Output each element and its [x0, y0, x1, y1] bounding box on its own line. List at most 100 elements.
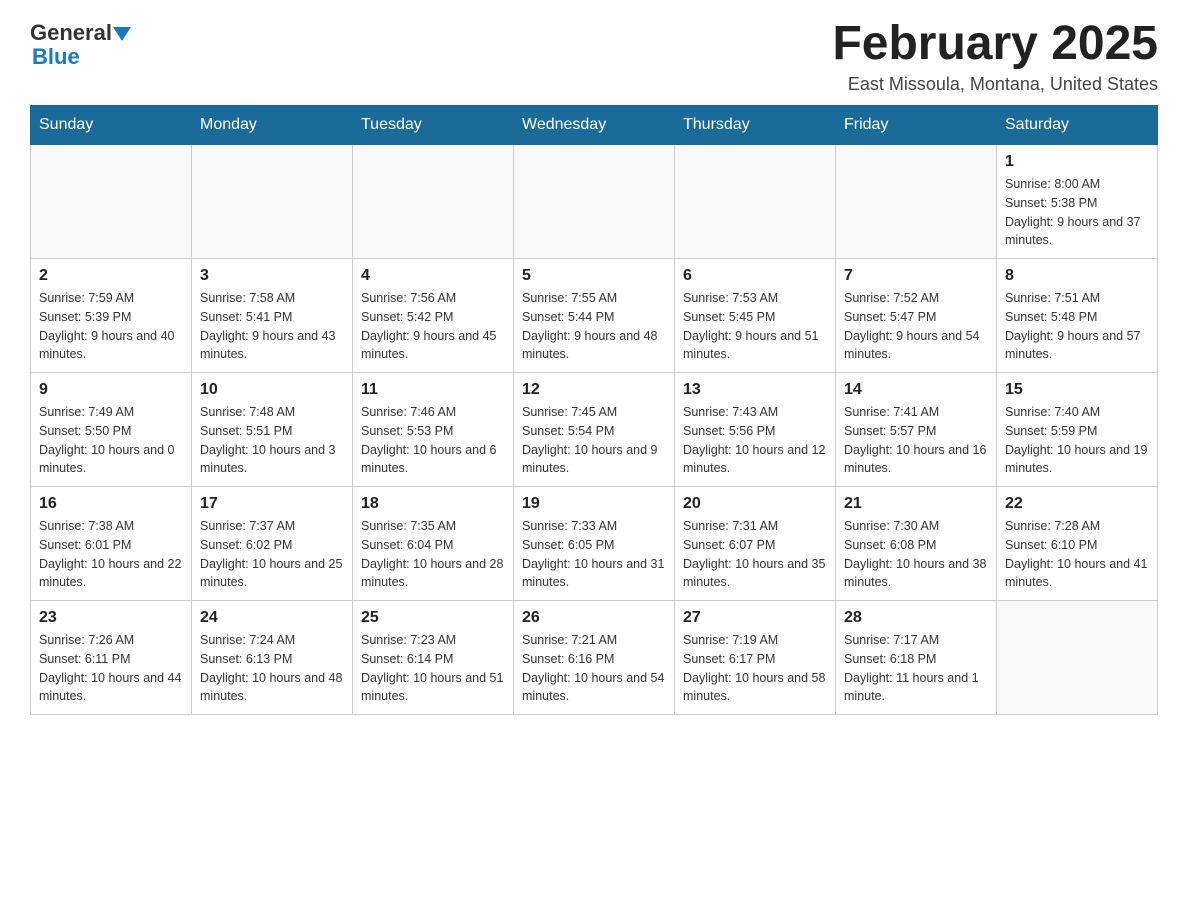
day-info: Sunrise: 7:53 AMSunset: 5:45 PMDaylight:…	[683, 289, 827, 364]
day-number: 2	[39, 267, 183, 285]
day-info: Sunrise: 7:46 AMSunset: 5:53 PMDaylight:…	[361, 403, 505, 478]
header-thursday: Thursday	[675, 106, 836, 145]
month-title: February 2025	[832, 20, 1158, 68]
day-number: 15	[1005, 381, 1149, 399]
day-info: Sunrise: 7:38 AMSunset: 6:01 PMDaylight:…	[39, 517, 183, 592]
calendar-cell: 3 Sunrise: 7:58 AMSunset: 5:41 PMDaylight…	[192, 259, 353, 373]
day-info: Sunrise: 7:19 AMSunset: 6:17 PMDaylight:…	[683, 631, 827, 706]
logo-blue-text: Blue	[30, 44, 80, 70]
calendar-cell: 23 Sunrise: 7:26 AMSunset: 6:11 PMDayligh…	[31, 601, 192, 715]
header-monday: Monday	[192, 106, 353, 145]
calendar-cell: 8 Sunrise: 7:51 AMSunset: 5:48 PMDaylight…	[997, 259, 1158, 373]
calendar-cell: 9Sunrise: 7:49 AMSunset: 5:50 PMDaylight…	[31, 373, 192, 487]
day-number: 28	[844, 609, 988, 627]
week-row-5: 23 Sunrise: 7:26 AMSunset: 6:11 PMDayligh…	[31, 601, 1158, 715]
day-info: Sunrise: 7:56 AMSunset: 5:42 PMDaylight:…	[361, 289, 505, 364]
calendar-cell: 27 Sunrise: 7:19 AMSunset: 6:17 PMDayligh…	[675, 601, 836, 715]
calendar-cell: 2Sunrise: 7:59 AMSunset: 5:39 PMDaylight…	[31, 259, 192, 373]
day-info: Sunrise: 7:58 AMSunset: 5:41 PMDaylight:…	[200, 289, 344, 364]
day-number: 17	[200, 495, 344, 513]
calendar-cell: 7 Sunrise: 7:52 AMSunset: 5:47 PMDaylight…	[836, 259, 997, 373]
day-number: 5	[522, 267, 666, 285]
calendar-cell: 26 Sunrise: 7:21 AMSunset: 6:16 PMDayligh…	[514, 601, 675, 715]
day-number: 14	[844, 381, 988, 399]
day-number: 10	[200, 381, 344, 399]
week-row-3: 9Sunrise: 7:49 AMSunset: 5:50 PMDaylight…	[31, 373, 1158, 487]
calendar-cell: 1 Sunrise: 8:00 AMSunset: 5:38 PMDaylight…	[997, 145, 1158, 259]
day-info: Sunrise: 7:30 AMSunset: 6:08 PMDaylight:…	[844, 517, 988, 592]
day-number: 23	[39, 609, 183, 627]
day-number: 8	[1005, 267, 1149, 285]
day-number: 13	[683, 381, 827, 399]
calendar-cell: 4 Sunrise: 7:56 AMSunset: 5:42 PMDaylight…	[353, 259, 514, 373]
calendar-table: SundayMondayTuesdayWednesdayThursdayFrid…	[30, 105, 1158, 715]
day-number: 1	[1005, 153, 1149, 171]
logo-triangle-icon	[113, 27, 131, 41]
calendar-cell: 25 Sunrise: 7:23 AMSunset: 6:14 PMDayligh…	[353, 601, 514, 715]
day-info: Sunrise: 7:21 AMSunset: 6:16 PMDaylight:…	[522, 631, 666, 706]
day-number: 24	[200, 609, 344, 627]
calendar-cell	[836, 145, 997, 259]
day-info: Sunrise: 7:43 AMSunset: 5:56 PMDaylight:…	[683, 403, 827, 478]
calendar-cell: 20 Sunrise: 7:31 AMSunset: 6:07 PMDayligh…	[675, 487, 836, 601]
day-info: Sunrise: 7:49 AMSunset: 5:50 PMDaylight:…	[39, 403, 183, 478]
calendar-cell	[192, 145, 353, 259]
day-info: Sunrise: 7:51 AMSunset: 5:48 PMDaylight:…	[1005, 289, 1149, 364]
calendar-cell: 24Sunrise: 7:24 AMSunset: 6:13 PMDayligh…	[192, 601, 353, 715]
day-number: 25	[361, 609, 505, 627]
logo-general-text: General	[30, 20, 112, 46]
calendar-cell: 18Sunrise: 7:35 AMSunset: 6:04 PMDayligh…	[353, 487, 514, 601]
day-number: 21	[844, 495, 988, 513]
day-info: Sunrise: 7:17 AMSunset: 6:18 PMDaylight:…	[844, 631, 988, 706]
day-info: Sunrise: 7:45 AMSunset: 5:54 PMDaylight:…	[522, 403, 666, 478]
day-number: 16	[39, 495, 183, 513]
day-info: Sunrise: 7:48 AMSunset: 5:51 PMDaylight:…	[200, 403, 344, 478]
calendar-cell: 14 Sunrise: 7:41 AMSunset: 5:57 PMDayligh…	[836, 373, 997, 487]
day-info: Sunrise: 7:40 AMSunset: 5:59 PMDaylight:…	[1005, 403, 1149, 478]
week-row-2: 2Sunrise: 7:59 AMSunset: 5:39 PMDaylight…	[31, 259, 1158, 373]
day-number: 26	[522, 609, 666, 627]
day-number: 27	[683, 609, 827, 627]
page-header: General Blue February 2025 East Missoula…	[30, 20, 1158, 95]
calendar-header: SundayMondayTuesdayWednesdayThursdayFrid…	[31, 106, 1158, 145]
day-number: 6	[683, 267, 827, 285]
header-wednesday: Wednesday	[514, 106, 675, 145]
days-of-week-row: SundayMondayTuesdayWednesdayThursdayFrid…	[31, 106, 1158, 145]
header-tuesday: Tuesday	[353, 106, 514, 145]
day-number: 22	[1005, 495, 1149, 513]
week-row-1: 1 Sunrise: 8:00 AMSunset: 5:38 PMDaylight…	[31, 145, 1158, 259]
day-number: 4	[361, 267, 505, 285]
day-info: Sunrise: 7:52 AMSunset: 5:47 PMDaylight:…	[844, 289, 988, 364]
calendar-cell: 13 Sunrise: 7:43 AMSunset: 5:56 PMDayligh…	[675, 373, 836, 487]
calendar-body: 1 Sunrise: 8:00 AMSunset: 5:38 PMDaylight…	[31, 145, 1158, 715]
day-info: Sunrise: 7:41 AMSunset: 5:57 PMDaylight:…	[844, 403, 988, 478]
day-info: Sunrise: 7:31 AMSunset: 6:07 PMDaylight:…	[683, 517, 827, 592]
week-row-4: 16 Sunrise: 7:38 AMSunset: 6:01 PMDayligh…	[31, 487, 1158, 601]
day-number: 19	[522, 495, 666, 513]
calendar-cell: 10 Sunrise: 7:48 AMSunset: 5:51 PMDayligh…	[192, 373, 353, 487]
day-number: 7	[844, 267, 988, 285]
title-section: February 2025 East Missoula, Montana, Un…	[832, 20, 1158, 95]
day-info: Sunrise: 7:37 AMSunset: 6:02 PMDaylight:…	[200, 517, 344, 592]
calendar-cell	[675, 145, 836, 259]
day-info: Sunrise: 7:33 AMSunset: 6:05 PMDaylight:…	[522, 517, 666, 592]
day-number: 12	[522, 381, 666, 399]
day-info: Sunrise: 7:26 AMSunset: 6:11 PMDaylight:…	[39, 631, 183, 706]
calendar-cell	[997, 601, 1158, 715]
day-info: Sunrise: 7:28 AMSunset: 6:10 PMDaylight:…	[1005, 517, 1149, 592]
calendar-cell: 19 Sunrise: 7:33 AMSunset: 6:05 PMDayligh…	[514, 487, 675, 601]
day-info: Sunrise: 8:00 AMSunset: 5:38 PMDaylight:…	[1005, 175, 1149, 250]
calendar-cell: 28 Sunrise: 7:17 AMSunset: 6:18 PMDayligh…	[836, 601, 997, 715]
day-info: Sunrise: 7:55 AMSunset: 5:44 PMDaylight:…	[522, 289, 666, 364]
logo: General Blue	[30, 20, 131, 70]
day-number: 3	[200, 267, 344, 285]
calendar-cell: 22 Sunrise: 7:28 AMSunset: 6:10 PMDayligh…	[997, 487, 1158, 601]
day-number: 20	[683, 495, 827, 513]
header-saturday: Saturday	[997, 106, 1158, 145]
calendar-cell: 11Sunrise: 7:46 AMSunset: 5:53 PMDayligh…	[353, 373, 514, 487]
location-title: East Missoula, Montana, United States	[832, 74, 1158, 95]
calendar-cell: 17 Sunrise: 7:37 AMSunset: 6:02 PMDayligh…	[192, 487, 353, 601]
day-info: Sunrise: 7:23 AMSunset: 6:14 PMDaylight:…	[361, 631, 505, 706]
calendar-cell	[353, 145, 514, 259]
header-friday: Friday	[836, 106, 997, 145]
